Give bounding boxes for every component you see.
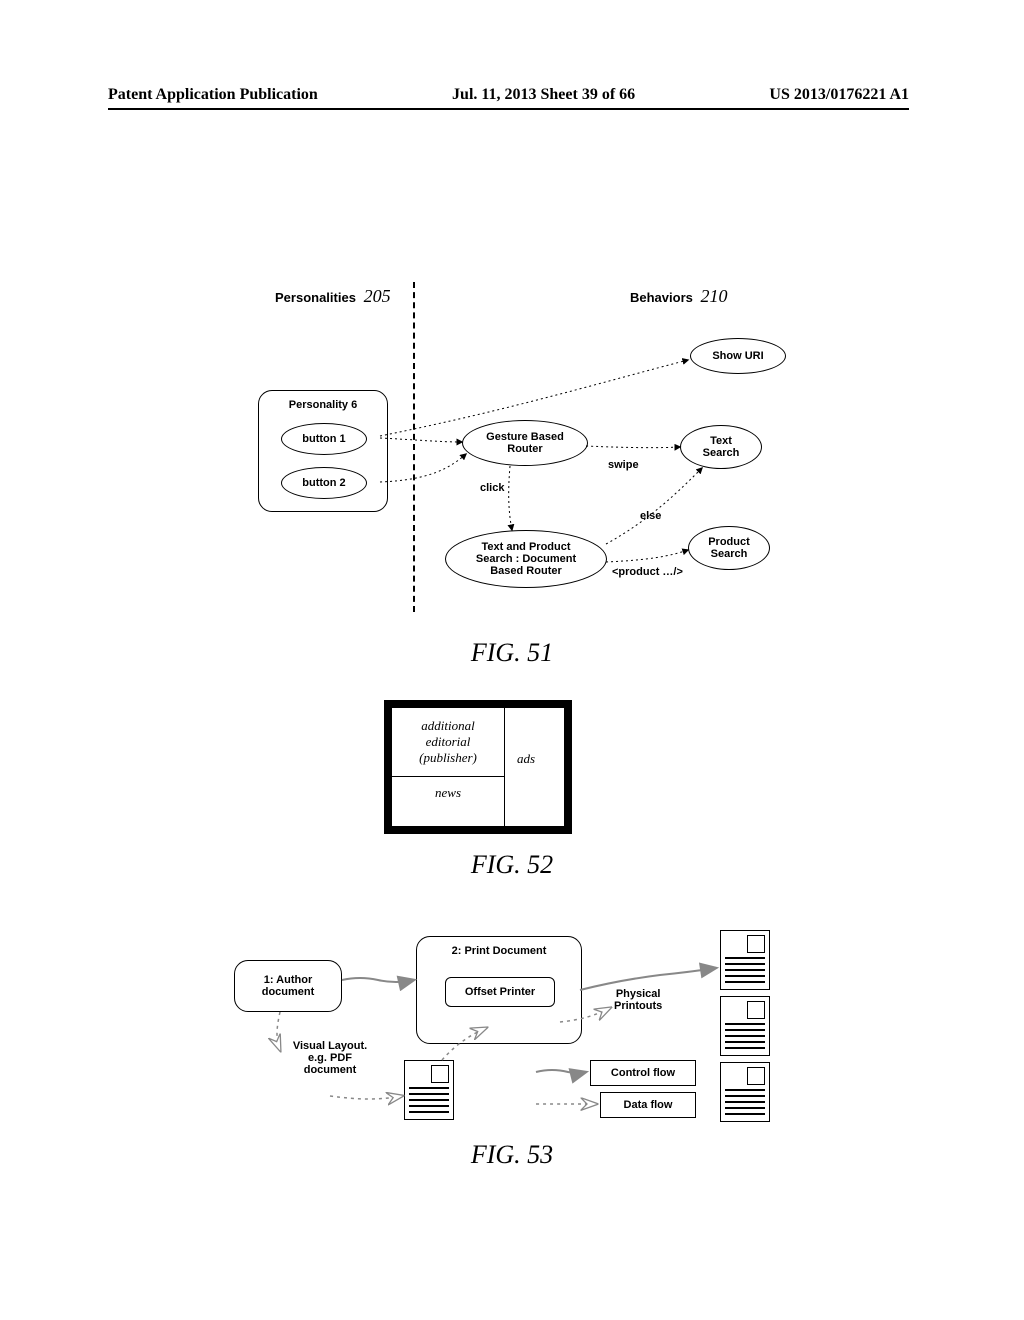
edge-click-label: click (480, 482, 504, 494)
mini-page-icon (720, 930, 770, 990)
personality6-box: Personality 6 button 1 button 2 (258, 390, 388, 512)
header-rule (108, 108, 909, 110)
page-header: Patent Application Publication Jul. 11, … (108, 86, 909, 104)
mini-page-icon (720, 1062, 770, 1122)
legend-data-flow: Data flow (600, 1092, 696, 1118)
header-center: Jul. 11, 2013 Sheet 39 of 66 (452, 86, 635, 104)
personality6-title: Personality 6 (259, 399, 387, 411)
fig52-editorial: additional editorial (publisher) (392, 708, 504, 776)
button1-oval: button 1 (281, 423, 367, 455)
mini-page-icon (720, 996, 770, 1056)
mini-page-icon (404, 1060, 454, 1120)
fig52-news: news (392, 776, 504, 810)
text-search-oval: Text Search (680, 425, 762, 469)
legend-control-flow: Control flow (590, 1060, 696, 1086)
author-document-box: 1: Author document (234, 960, 342, 1012)
edge-product-label: <product …/> (612, 566, 683, 578)
personalities-label: Personalities 205 (275, 286, 391, 307)
fig52-box: additional editorial (publisher) news ad… (384, 700, 572, 834)
show-uri-oval: Show URI (690, 338, 786, 374)
print-document-title: 2: Print Document (417, 945, 581, 957)
fig52-caption: FIG. 52 (0, 850, 1024, 880)
gesture-router-oval: Gesture Based Router (462, 420, 588, 466)
visual-layout-label: Visual Layout. e.g. PDF document (270, 1040, 390, 1076)
text-product-router-oval: Text and Product Search : Document Based… (445, 530, 607, 588)
print-document-box: 2: Print Document Offset Printer (416, 936, 582, 1044)
offset-printer-box: Offset Printer (445, 977, 555, 1007)
fig51-separator (413, 282, 415, 612)
product-search-oval: Product Search (688, 526, 770, 570)
header-right: US 2013/0176221 A1 (769, 86, 909, 104)
edge-swipe-label: swipe (608, 459, 639, 471)
behaviors-label: Behaviors 210 (630, 286, 728, 307)
fig51-caption: FIG. 51 (0, 638, 1024, 668)
physical-printouts-label: Physical Printouts (614, 988, 662, 1012)
header-left: Patent Application Publication (108, 86, 318, 104)
fig53-caption: FIG. 53 (0, 1140, 1024, 1170)
edge-else-label: else (640, 510, 661, 522)
fig52-ads: ads (504, 708, 548, 810)
button2-oval: button 2 (281, 467, 367, 499)
